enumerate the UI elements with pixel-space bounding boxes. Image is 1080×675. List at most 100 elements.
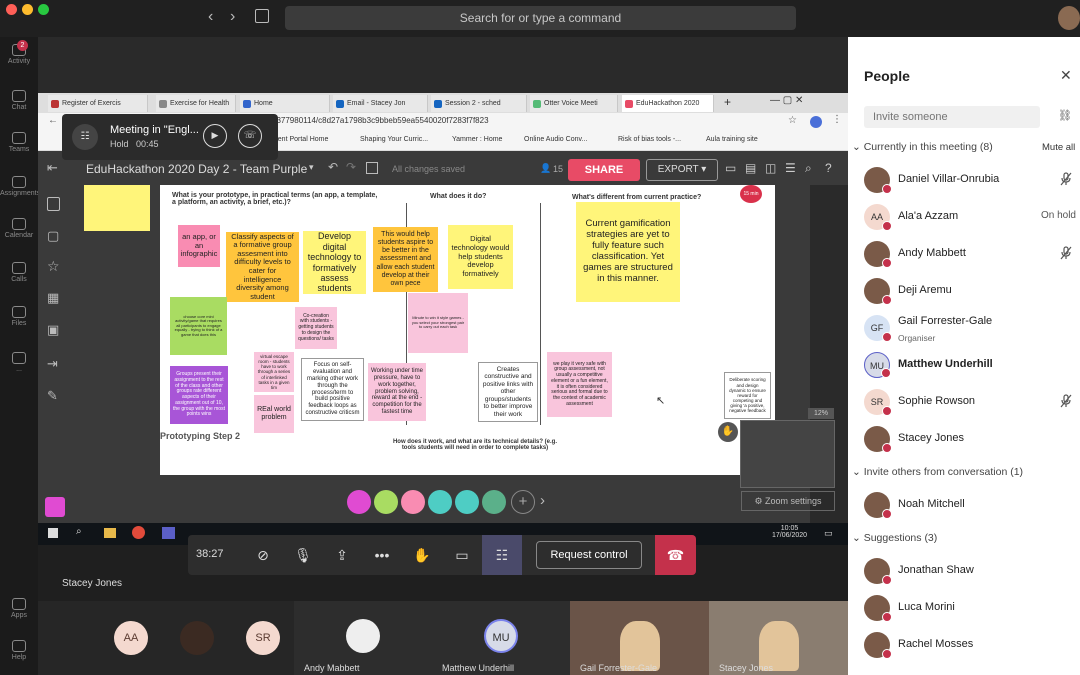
participant-row[interactable]: AA Ala'a Azzam On hold bbox=[864, 201, 1080, 233]
chevron-right-icon[interactable]: › bbox=[540, 492, 545, 509]
participant-row[interactable]: Rachel Mosses bbox=[864, 629, 1080, 661]
user-avatar[interactable] bbox=[1058, 6, 1080, 30]
rail-item-8[interactable]: Apps bbox=[0, 598, 38, 619]
compose-icon[interactable] bbox=[255, 9, 269, 23]
rail-item-5[interactable]: Calls bbox=[0, 262, 38, 283]
browser-tab[interactable]: Home bbox=[240, 95, 330, 112]
list-icon[interactable]: ☰ bbox=[785, 161, 796, 175]
minimap[interactable] bbox=[740, 420, 835, 488]
whiteboard[interactable]: What is your prototype, in practical ter… bbox=[160, 185, 775, 475]
chat-bubble-icon[interactable]: ◫ bbox=[765, 161, 776, 175]
hand-tool-icon[interactable]: ✋ bbox=[718, 422, 738, 442]
participant-row[interactable]: GF Gail Forrester-Gale Organiser bbox=[864, 312, 1080, 344]
collaborator-avatar[interactable] bbox=[455, 490, 479, 514]
close-panel-icon[interactable]: ✕ bbox=[1060, 67, 1072, 84]
sticky-note[interactable]: choose core mini activity/game that requ… bbox=[170, 297, 227, 355]
in-meeting-section[interactable]: ⌄ Currently in this meeting (8) bbox=[852, 141, 993, 153]
more-actions-icon[interactable]: ••• bbox=[362, 535, 402, 575]
teams-taskbar-icon[interactable] bbox=[162, 527, 175, 539]
browser-tab[interactable]: Exercise for Health bbox=[156, 95, 236, 112]
new-tab-icon[interactable]: + bbox=[724, 95, 731, 109]
color-swatch-icon[interactable] bbox=[45, 497, 65, 517]
back-arrow-icon[interactable]: ‹ bbox=[208, 8, 213, 26]
maximize-window-icon[interactable] bbox=[38, 4, 49, 15]
browser-back-icon[interactable]: ← bbox=[48, 115, 58, 126]
sticky-note[interactable]: Focus on self-evaluation and marking oth… bbox=[301, 358, 364, 421]
document-title[interactable]: EduHackathon 2020 Day 2 - Team Purple bbox=[86, 162, 307, 176]
sticky-note[interactable]: This would help students aspire to be be… bbox=[373, 227, 438, 292]
browser-tab[interactable]: Otter Voice Meeti bbox=[530, 95, 618, 112]
sticky-note-yellow[interactable] bbox=[84, 185, 150, 231]
participant-row[interactable]: Noah Mitchell bbox=[864, 489, 1080, 521]
exit-icon[interactable]: ⇤ bbox=[47, 160, 58, 176]
browser-tab[interactable]: Email - Stacey Jon bbox=[333, 95, 428, 112]
collaborator-avatar[interactable] bbox=[374, 490, 398, 514]
participant-row[interactable]: Stacey Jones bbox=[864, 423, 1080, 455]
sticky-note[interactable]: Minute to win it style games - you selec… bbox=[408, 293, 468, 353]
participant-row[interactable]: Deji Aremu bbox=[864, 275, 1080, 307]
taskbar-search-icon[interactable]: ⌕ bbox=[76, 526, 82, 537]
hang-up-button[interactable]: ☎ bbox=[655, 535, 696, 575]
video-tile[interactable] bbox=[178, 601, 218, 675]
suggestions-section[interactable]: ⌄ Suggestions (3) bbox=[852, 532, 937, 544]
video-tile[interactable]: SR bbox=[244, 601, 284, 675]
redo-icon[interactable]: ↷ bbox=[346, 160, 356, 174]
rail-item-4[interactable]: Calendar bbox=[0, 218, 38, 239]
help-circle-icon[interactable]: ? bbox=[825, 161, 832, 175]
camera-off-icon[interactable]: ⊘ bbox=[243, 535, 283, 575]
present-icon[interactable]: ▭ bbox=[725, 161, 736, 175]
bookmark-item[interactable]: Online Audio Conv... bbox=[524, 136, 587, 143]
video-tile[interactable]: Gail Forrester-Gale bbox=[570, 601, 709, 675]
participant-row[interactable]: Daniel Villar-Onrubia bbox=[864, 164, 1080, 196]
board-outline-icon[interactable] bbox=[366, 162, 378, 174]
rail-item-9[interactable]: Help bbox=[0, 640, 38, 661]
sticky-note[interactable]: Current gamification strategies are yet … bbox=[576, 202, 680, 302]
collaborator-avatar[interactable] bbox=[482, 490, 506, 514]
bookmark-item[interactable]: Shaping Your Curric... bbox=[360, 136, 428, 143]
sticky-note[interactable]: an app, or an infographic bbox=[178, 225, 220, 267]
forward-arrow-icon[interactable]: › bbox=[230, 8, 235, 26]
bookmark-item[interactable]: Yammer : Home bbox=[452, 136, 502, 143]
image-tool-icon[interactable]: ▣ bbox=[47, 322, 59, 338]
title-dropdown-icon[interactable]: ▾ bbox=[309, 162, 314, 173]
close-window-icon[interactable] bbox=[6, 4, 17, 15]
browser-menu-icon[interactable]: ⋮ bbox=[832, 114, 842, 125]
window-controls-icon[interactable]: — ▢ ✕ bbox=[770, 95, 803, 106]
collaborator-avatar[interactable] bbox=[347, 490, 371, 514]
sticky-note[interactable]: Classify aspects of a formative group as… bbox=[226, 232, 299, 302]
video-tile[interactable]: AA bbox=[112, 601, 152, 675]
pen-tool-icon[interactable]: ✎ bbox=[47, 388, 58, 404]
rail-item-6[interactable]: Files bbox=[0, 306, 38, 327]
minimize-window-icon[interactable] bbox=[22, 4, 33, 15]
participant-row[interactable]: MU Matthew Underhill bbox=[864, 349, 1080, 381]
rail-item-2[interactable]: Teams bbox=[0, 132, 38, 153]
search-box[interactable]: Search for or type a command bbox=[285, 6, 796, 30]
share-button[interactable]: SHARE bbox=[568, 159, 640, 181]
comments-icon[interactable]: ▤ bbox=[745, 161, 756, 175]
share-screen-icon[interactable]: ⇪ bbox=[322, 535, 362, 575]
comment-tool-icon[interactable]: ▢ bbox=[47, 228, 59, 244]
grid-tool-icon[interactable]: ▦ bbox=[47, 290, 59, 306]
chrome-icon[interactable] bbox=[132, 526, 145, 539]
participant-row[interactable]: Jonathan Shaw bbox=[864, 555, 1080, 587]
rail-item-1[interactable]: Chat bbox=[0, 90, 38, 111]
file-explorer-icon[interactable] bbox=[104, 528, 116, 538]
sticky-note[interactable]: Deliberate scoring and design dynamic to… bbox=[724, 372, 771, 419]
collaborator-avatar[interactable] bbox=[401, 490, 425, 514]
raise-hand-icon[interactable]: ✋ bbox=[402, 535, 442, 575]
search-board-icon[interactable]: ⌕ bbox=[805, 161, 812, 176]
sticky-note[interactable]: Digital technology would help students d… bbox=[448, 225, 513, 289]
meeting-chat-icon[interactable]: ▭ bbox=[442, 535, 482, 575]
participant-row[interactable]: Andy Mabbett bbox=[864, 238, 1080, 270]
url-text[interactable]: 2377980114/c8d27a1798b3c9bbeb59ea5540020… bbox=[272, 116, 489, 125]
sticky-note[interactable]: we play it very safe with group assessme… bbox=[547, 352, 612, 417]
sticky-note-tool-icon[interactable] bbox=[47, 197, 60, 211]
notifications-icon[interactable]: ▭ bbox=[824, 528, 833, 539]
invite-someone-input[interactable] bbox=[864, 106, 1040, 128]
video-tile[interactable]: MU Matthew Underhill bbox=[432, 601, 570, 675]
bookmark-star-icon[interactable]: ☆ bbox=[788, 115, 797, 126]
sticky-note[interactable]: Co-creation with students - getting stud… bbox=[295, 307, 337, 349]
undo-icon[interactable]: ↶ bbox=[328, 160, 338, 174]
star-tool-icon[interactable]: ☆ bbox=[47, 258, 60, 275]
participant-row[interactable]: SR Sophie Rowson bbox=[864, 386, 1080, 418]
